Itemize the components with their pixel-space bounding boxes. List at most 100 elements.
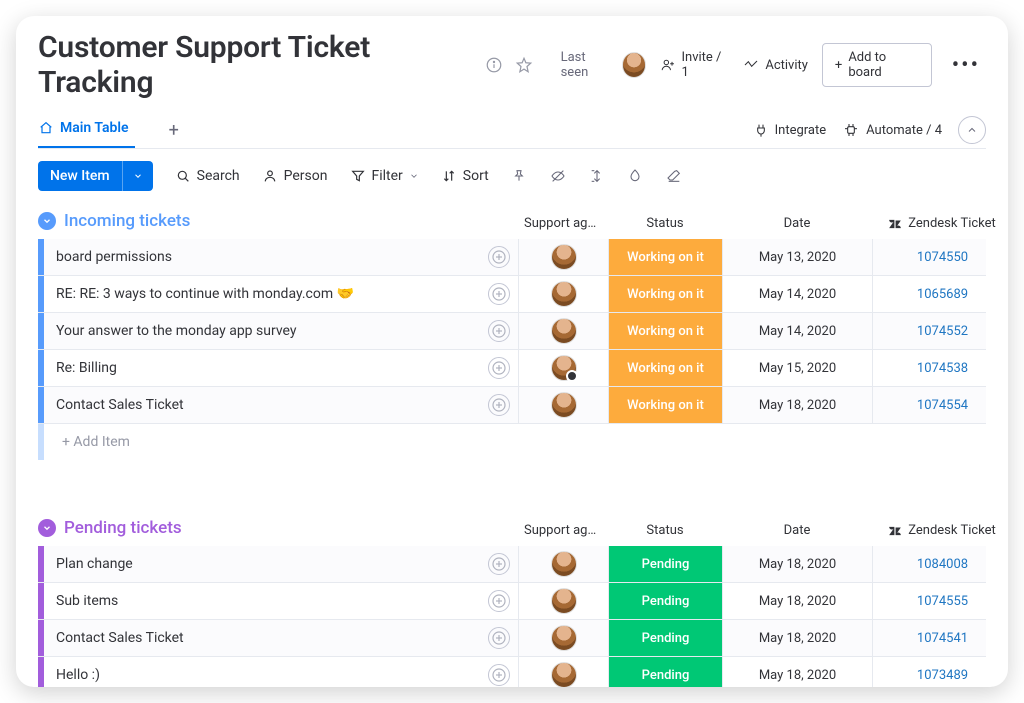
table-row[interactable]: Hello :) PendingMay 18, 2020 1073489 [38, 657, 986, 687]
add-to-board-button[interactable]: + Add to board [822, 43, 932, 87]
open-item-button[interactable] [488, 357, 510, 379]
item-name-cell[interactable]: Plan change [38, 546, 518, 582]
zendesk-ticket-link[interactable]: 1073489 [917, 668, 968, 683]
date-cell[interactable]: May 18, 2020 [722, 620, 872, 656]
status-cell[interactable]: Working on it [608, 313, 722, 349]
date-cell[interactable]: May 13, 2020 [722, 239, 872, 275]
column-header-date[interactable]: Date [722, 216, 872, 231]
status-cell[interactable]: Working on it [608, 276, 722, 312]
column-header-support-agent[interactable]: Support age… [518, 523, 608, 538]
star-icon[interactable] [515, 56, 533, 74]
activity-button[interactable]: Activity [743, 57, 808, 73]
support-agent-cell[interactable] [518, 583, 608, 619]
height-button[interactable] [589, 168, 605, 184]
zendesk-ticket-link[interactable]: 1074554 [917, 398, 968, 413]
filter-button[interactable]: Filter [350, 168, 419, 184]
support-agent-cell[interactable] [518, 350, 608, 386]
table-row[interactable]: Your answer to the monday app survey Work… [38, 313, 986, 350]
status-cell[interactable]: Pending [608, 620, 722, 656]
support-agent-cell[interactable] [518, 239, 608, 275]
group-title[interactable]: Incoming tickets [64, 211, 190, 231]
status-cell[interactable]: Pending [608, 546, 722, 582]
zendesk-ticket-cell[interactable]: 1074552 [872, 313, 1008, 349]
table-row[interactable]: Contact Sales Ticket PendingMay 18, 2020 1… [38, 620, 986, 657]
column-header-date[interactable]: Date [722, 523, 872, 538]
pin-button[interactable] [511, 168, 527, 184]
support-agent-cell[interactable] [518, 657, 608, 687]
zendesk-ticket-cell[interactable]: 1074538 [872, 350, 1008, 386]
date-cell[interactable]: May 18, 2020 [722, 546, 872, 582]
item-name-cell[interactable]: Contact Sales Ticket [38, 620, 518, 656]
column-header-zendesk[interactable]: Zendesk Ticket [872, 216, 1008, 231]
column-header-status[interactable]: Status [608, 216, 722, 231]
collapse-header-button[interactable] [958, 116, 986, 144]
new-item-button[interactable]: New Item [38, 161, 153, 191]
add-item-input[interactable]: + Add Item [38, 424, 986, 460]
hide-button[interactable] [549, 168, 567, 184]
automate-button[interactable]: Automate / 4 [842, 122, 942, 138]
date-cell[interactable]: May 14, 2020 [722, 313, 872, 349]
table-row[interactable]: RE: RE: 3 ways to continue with monday.c… [38, 276, 986, 313]
zendesk-ticket-cell[interactable]: 1084008 [872, 546, 1008, 582]
group-title[interactable]: Pending tickets [64, 518, 182, 538]
zendesk-ticket-cell[interactable]: 1074555 [872, 583, 1008, 619]
item-name-cell[interactable]: Sub items [38, 583, 518, 619]
item-name-cell[interactable]: board permissions [38, 239, 518, 275]
zendesk-ticket-link[interactable]: 1074538 [917, 361, 968, 376]
date-cell[interactable]: May 14, 2020 [722, 276, 872, 312]
status-cell[interactable]: Pending [608, 657, 722, 687]
item-name-cell[interactable]: Re: Billing [38, 350, 518, 386]
zendesk-ticket-cell[interactable]: 1074554 [872, 387, 1008, 423]
open-item-button[interactable] [488, 394, 510, 416]
table-row[interactable]: board permissions Working on itMay 13, 20… [38, 239, 986, 276]
zendesk-ticket-link[interactable]: 1074541 [917, 631, 968, 646]
item-name-cell[interactable]: Hello :) [38, 657, 518, 687]
open-item-button[interactable] [488, 664, 510, 686]
date-cell[interactable]: May 18, 2020 [722, 657, 872, 687]
zendesk-ticket-cell[interactable]: 1074550 [872, 239, 1008, 275]
zendesk-ticket-link[interactable]: 1074555 [917, 594, 968, 609]
invite-button[interactable]: Invite / 1 [660, 50, 729, 80]
status-cell[interactable]: Pending [608, 583, 722, 619]
status-cell[interactable]: Working on it [608, 387, 722, 423]
tab-main-table[interactable]: Main Table [38, 112, 135, 148]
date-cell[interactable]: May 18, 2020 [722, 583, 872, 619]
color-button[interactable] [627, 168, 643, 184]
open-item-button[interactable] [488, 320, 510, 342]
zendesk-ticket-cell[interactable]: 1074541 [872, 620, 1008, 656]
zendesk-ticket-link[interactable]: 1084008 [917, 557, 968, 572]
new-item-dropdown[interactable] [122, 161, 153, 191]
open-item-button[interactable] [488, 553, 510, 575]
date-cell[interactable]: May 18, 2020 [722, 387, 872, 423]
zendesk-ticket-link[interactable]: 1074552 [917, 324, 968, 339]
support-agent-cell[interactable] [518, 387, 608, 423]
open-item-button[interactable] [488, 246, 510, 268]
person-filter-button[interactable]: Person [262, 168, 328, 184]
group-collapse-toggle[interactable] [38, 519, 56, 537]
open-item-button[interactable] [488, 283, 510, 305]
erase-button[interactable] [665, 168, 683, 184]
last-seen[interactable]: Last seen [561, 50, 647, 80]
search-button[interactable]: Search [175, 168, 240, 184]
column-header-zendesk[interactable]: Zendesk Ticket [872, 523, 1008, 538]
table-row[interactable]: Contact Sales Ticket Working on itMay 18,… [38, 387, 986, 424]
add-view-button[interactable]: + [161, 116, 187, 145]
zendesk-ticket-cell[interactable]: 1065689 [872, 276, 1008, 312]
integrate-button[interactable]: Integrate [753, 122, 827, 138]
table-row[interactable]: Re: BillingWorking on itMay 15, 20201074… [38, 350, 986, 387]
zendesk-ticket-cell[interactable]: 1073489 [872, 657, 1008, 687]
group-collapse-toggle[interactable] [38, 212, 56, 230]
info-icon[interactable] [485, 56, 503, 74]
support-agent-cell[interactable] [518, 546, 608, 582]
date-cell[interactable]: May 15, 2020 [722, 350, 872, 386]
status-cell[interactable]: Working on it [608, 239, 722, 275]
table-row[interactable]: Plan change PendingMay 18, 2020 1084008 [38, 546, 986, 583]
item-name-cell[interactable]: RE: RE: 3 ways to continue with monday.c… [38, 276, 518, 312]
column-header-support-agent[interactable]: Support age… [518, 216, 608, 231]
item-name-cell[interactable]: Contact Sales Ticket [38, 387, 518, 423]
support-agent-cell[interactable] [518, 313, 608, 349]
support-agent-cell[interactable] [518, 276, 608, 312]
item-name-cell[interactable]: Your answer to the monday app survey [38, 313, 518, 349]
zendesk-ticket-link[interactable]: 1074550 [917, 250, 968, 265]
open-item-button[interactable] [488, 590, 510, 612]
